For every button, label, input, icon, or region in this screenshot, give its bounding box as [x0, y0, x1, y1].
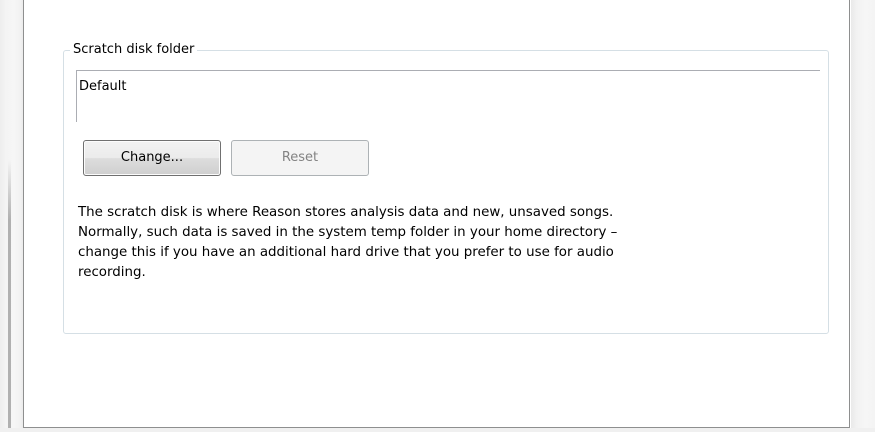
- reset-button[interactable]: Reset: [231, 140, 369, 176]
- window-frame-shadow: [8, 160, 11, 432]
- window-frame-right: [851, 0, 875, 432]
- description-line: Normally, such data is saved in the syst…: [78, 225, 618, 240]
- scratch-disk-group-title: Scratch disk folder: [70, 41, 198, 59]
- description-line: The scratch disk is where Reason stores …: [78, 205, 614, 220]
- scratch-disk-path-field[interactable]: Default: [76, 70, 820, 122]
- window-frame-bottom: [0, 428, 875, 432]
- description-line: recording.: [78, 265, 146, 280]
- window-frame-left: [0, 0, 24, 432]
- description-line: change this if you have an additional ha…: [78, 245, 614, 260]
- scratch-disk-description: The scratch disk is where Reason stores …: [78, 203, 808, 283]
- change-button[interactable]: Change...: [83, 140, 221, 176]
